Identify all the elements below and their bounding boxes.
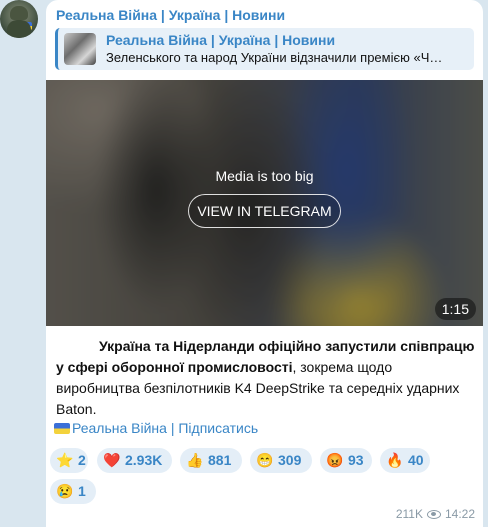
eye-icon <box>426 510 441 519</box>
reaction-star[interactable]: ⭐ 2 <box>50 448 88 473</box>
angry-icon: 😡 <box>326 452 344 468</box>
reaction-heart[interactable]: ❤️ 2.93K <box>97 448 172 473</box>
reply-thumbnail <box>64 33 96 65</box>
post-text-bold: Україна та Нідерланди офіційно запустили… <box>56 338 475 375</box>
reply-preview[interactable]: Реальна Війна | Україна | Новини Зеленсь… <box>55 28 474 70</box>
reaction-angry[interactable]: 😡 93 <box>320 448 372 473</box>
view-count: 211K <box>395 507 423 521</box>
reply-text: Зеленського та народ України відзначили … <box>106 50 443 65</box>
reaction-cry[interactable]: 😢 1 <box>50 479 96 504</box>
ukraine-flag-icon <box>54 423 70 434</box>
star-icon: ⭐ <box>56 452 74 468</box>
media-too-big-notice: Media is too big <box>215 168 314 184</box>
channel-avatar[interactable] <box>0 0 38 38</box>
view-in-telegram-button[interactable]: VIEW IN TELEGRAM <box>188 194 341 228</box>
message-meta: 211K 14:22 <box>396 507 475 521</box>
heart-icon: ❤️ <box>103 452 121 468</box>
video-preview[interactable]: Media is too big VIEW IN TELEGRAM 1:15 <box>46 80 483 326</box>
fire-icon: 🔥 <box>386 452 404 468</box>
reply-title: Реальна Війна | Україна | Новини <box>106 32 336 48</box>
reaction-grin[interactable]: 😁 309 <box>250 448 312 473</box>
subscribe-label[interactable]: Реальна Війна | Підписатись <box>72 420 258 436</box>
channel-name[interactable]: Реальна Війна | Україна | Новини <box>56 7 285 23</box>
message-bubble: Реальна Війна | Україна | Новини Реальна… <box>46 0 483 527</box>
video-duration: 1:15 <box>434 298 476 320</box>
subscribe-link[interactable]: Реальна Війна | Підписатись <box>54 420 258 436</box>
flag-icon <box>22 22 32 30</box>
reaction-thumbs-up[interactable]: 👍 881 <box>180 448 242 473</box>
reaction-fire[interactable]: 🔥 40 <box>380 448 430 473</box>
cry-icon: 😢 <box>56 483 74 499</box>
post-text: Україна та Нідерланди офіційно запустили… <box>56 336 476 420</box>
message-time: 14:22 <box>444 507 475 521</box>
grin-icon: 😁 <box>256 452 274 468</box>
thumbs-up-icon: 👍 <box>186 452 204 468</box>
